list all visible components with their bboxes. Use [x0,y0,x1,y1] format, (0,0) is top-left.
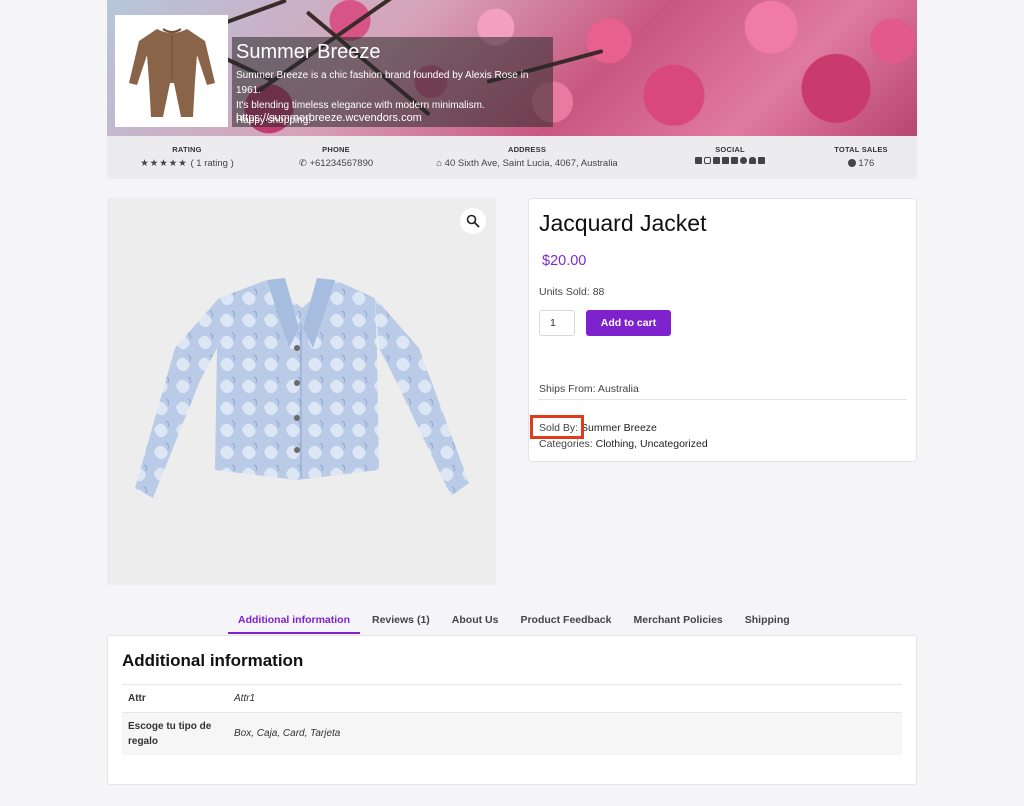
tab-merchant-policies[interactable]: Merchant Policies [623,612,732,634]
address-label: ADDRESS [507,145,547,154]
product-image[interactable] [107,198,496,585]
store-name: Summer Breeze [236,41,381,63]
phone-value: +61234567890 [309,158,374,169]
youtube-icon[interactable] [731,157,738,164]
table-row: Escoge tu tipo de regalo Box, Caja, Card… [122,712,902,755]
twitter-icon[interactable] [695,157,702,164]
romper-image [128,28,215,117]
total-sales-value: 176 [858,158,875,169]
tab-shipping[interactable]: Shipping [735,612,800,634]
rating-stars-icon: ★★★★★ [140,158,188,169]
categories-label: Categories: [539,438,593,450]
total-sales-label: TOTAL SALES [834,145,888,154]
store-url-link[interactable]: https://summerbreeze.wcvendors.com [236,112,422,124]
tab-about-us[interactable]: About Us [442,612,509,634]
attribute-name: Escoge tu tipo de regalo [122,712,229,755]
divider [538,399,907,400]
product-price: $20.00 [542,253,587,269]
store-logo [115,15,228,127]
instagram-icon[interactable] [704,157,711,164]
social-label: SOCIAL [715,145,745,154]
social-info: SOCIAL [685,145,775,164]
rating-count[interactable]: ( 1 rating ) [190,158,233,169]
tab-additional-information[interactable]: Additional information [228,612,360,634]
phone-icon: ✆ [298,158,307,169]
phone-label: PHONE [322,145,350,154]
product-title: Jacquard Jacket [539,210,707,236]
categories-links[interactable]: Clothing, Uncategorized [596,438,708,450]
phone-info: PHONE ✆ +61234567890 [296,145,376,169]
address-info: ADDRESS ⌂ 40 Sixth Ave, Saint Lucia, 406… [432,145,622,169]
total-sales-info: TOTAL SALES 176 [826,145,896,169]
info-circle-icon [847,159,856,167]
tab-reviews[interactable]: Reviews (1) [362,612,440,634]
additional-info-title: Additional information [122,651,304,670]
attribute-value: Attr1 [229,684,902,713]
product-tabs: Additional information Reviews (1) About… [228,612,802,634]
categories: Categories: Clothing, Uncategorized [539,438,708,450]
rating-info: RATING ★★★★★ ( 1 rating ) [137,145,237,169]
quantity-input[interactable]: 1 [539,310,575,336]
attribute-value: Box, Caja, Card, Tarjeta [229,712,902,755]
table-row: Attr Attr1 [122,684,902,713]
attribute-name: Attr [122,684,229,713]
sold-by-vendor-link[interactable]: Summer Breeze [581,422,657,434]
snapchat-icon[interactable] [749,157,756,164]
address-value: 40 Sixth Ave, Saint Lucia, 4067, Austral… [444,158,618,169]
jacket-image [135,278,469,498]
rating-label: RATING [172,145,202,154]
add-to-cart-button[interactable]: Add to cart [586,310,671,336]
ships-from: Ships From: Australia [539,383,639,395]
pinterest-icon[interactable] [740,157,747,164]
linkedin-icon[interactable] [722,157,729,164]
telegram-icon[interactable] [758,157,765,164]
store-description-line: It's blending timeless elegance with mod… [236,100,485,111]
zoom-icon[interactable] [460,208,486,234]
facebook-icon[interactable] [713,157,720,164]
store-description-line: Summer Breeze is a chic fashion brand fo… [236,70,529,96]
attributes-table: Attr Attr1 Escoge tu tipo de regalo Box,… [122,684,902,755]
tab-product-feedback[interactable]: Product Feedback [510,612,621,634]
home-icon: ⌂ [436,158,443,169]
units-sold: Units Sold: 88 [539,286,605,298]
highlight-box [530,415,584,439]
